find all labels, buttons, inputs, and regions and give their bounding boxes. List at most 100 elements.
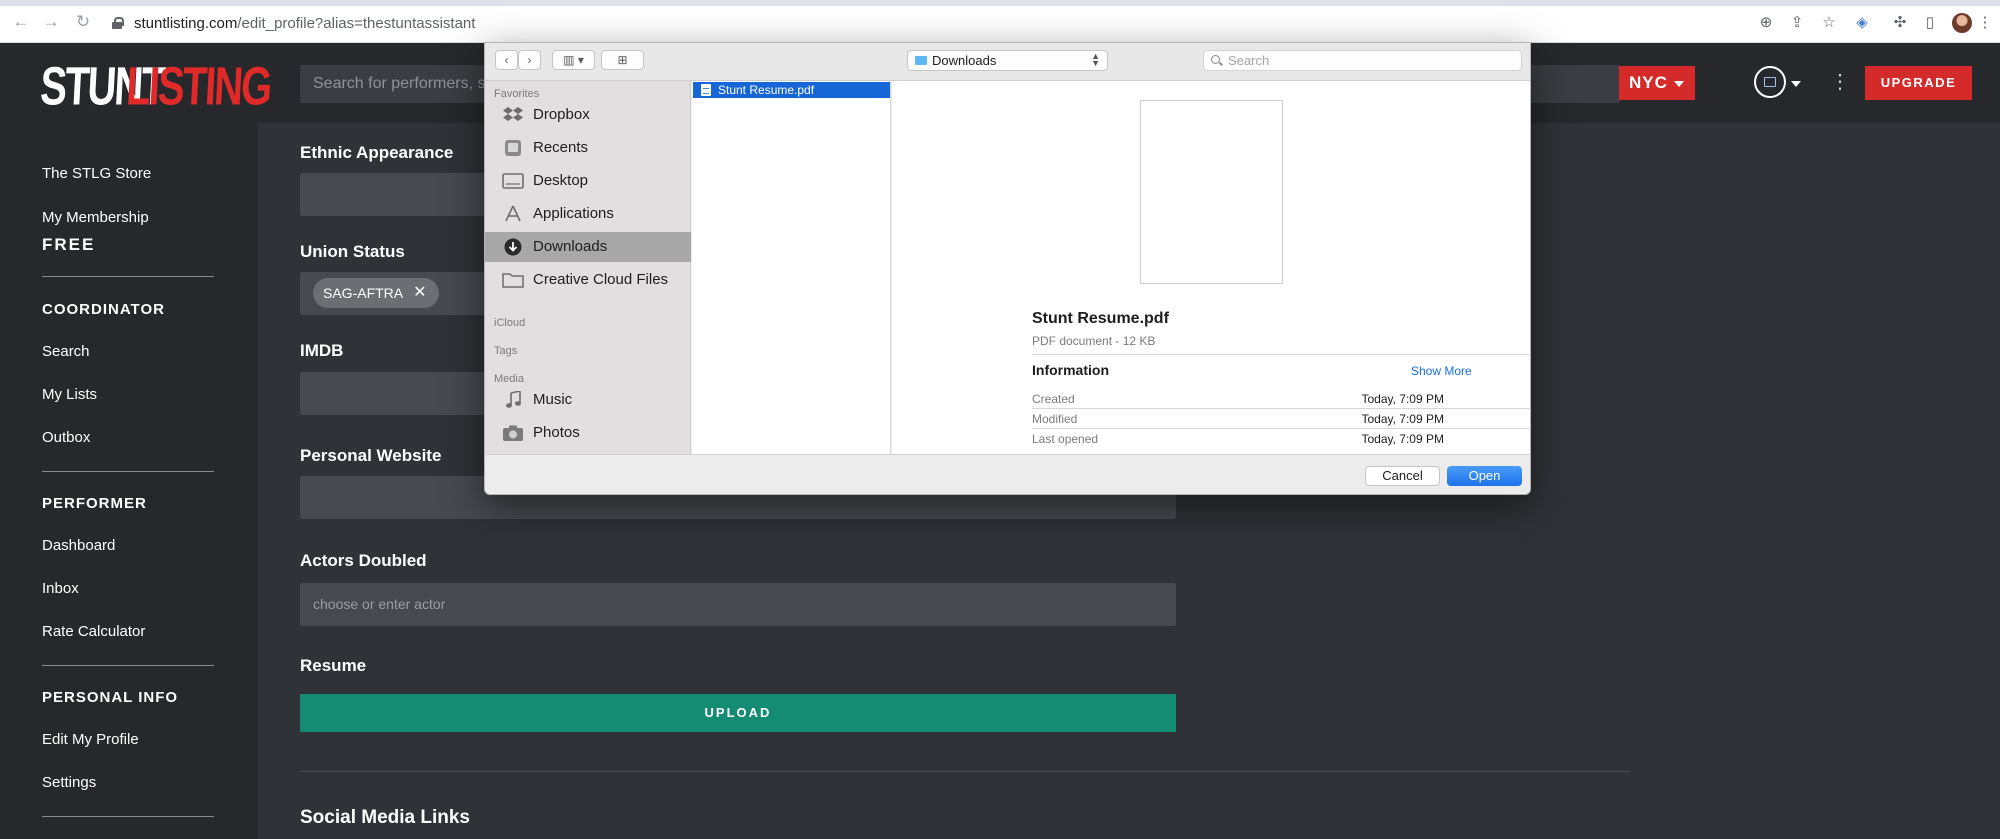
resume-label: Resume — [300, 656, 367, 675]
sidebar-divider — [42, 276, 214, 277]
dialog-search-input[interactable]: Search — [1203, 50, 1522, 71]
sidebar-item-search[interactable]: Search — [42, 343, 90, 360]
personal-website-label: Personal Website — [300, 446, 442, 465]
union-chip-label: SAG-AFTRA — [323, 285, 404, 301]
sidebar-divider — [42, 665, 214, 666]
location-label: Downloads — [932, 53, 997, 68]
sidebar-item-store[interactable]: The STLG Store — [42, 165, 151, 182]
bookmark-star-icon[interactable]: ☆ — [1820, 14, 1838, 32]
browser-profile-avatar[interactable] — [1952, 13, 1972, 33]
sidebar-item-label: Photos — [533, 424, 580, 441]
lock-icon — [112, 17, 124, 29]
sidebar-item-membership[interactable]: My Membership — [42, 209, 149, 226]
dialog-forward-icon[interactable]: › — [518, 50, 541, 70]
dropbox-icon — [503, 107, 523, 121]
forward-icon[interactable]: → — [42, 13, 60, 31]
dialog-back-icon[interactable]: ‹ — [495, 50, 518, 70]
stuntlisting-logo[interactable]: STUNT LISTING — [39, 55, 272, 116]
created-label: Created — [1032, 392, 1075, 406]
user-avatar-button[interactable] — [1754, 66, 1786, 98]
sidebar-divider — [42, 471, 214, 472]
icloud-section-label: iCloud — [494, 317, 526, 329]
address-bar[interactable]: stuntlisting.com/edit_profile?alias=thes… — [112, 12, 475, 34]
sidebar-item-label: Recents — [533, 139, 589, 156]
cancel-button[interactable]: Cancel — [1365, 466, 1440, 486]
updown-chevron-icon: ▲ ▼ — [1091, 51, 1100, 68]
membership-tier: FREE — [42, 235, 96, 254]
section-divider — [300, 771, 1630, 772]
sidebar-item-outbox[interactable]: Outbox — [42, 429, 90, 446]
sidebar-item-inbox[interactable]: Inbox — [42, 580, 79, 597]
city-label: NYC — [1629, 73, 1668, 92]
dialog-toolbar: ‹ › ▥ ▾ ⊞ Downloads ▲ ▼ Search — [485, 43, 1530, 81]
reload-icon[interactable]: ↻ — [74, 13, 92, 31]
zoom-icon[interactable]: ⊕ — [1757, 14, 1775, 32]
document-thumbnail — [1140, 100, 1283, 284]
media-section-label: Media — [494, 373, 524, 385]
side-panel-icon[interactable]: ▯ — [1921, 14, 1939, 32]
sidebar-item-downloads[interactable]: Downloads — [485, 232, 691, 262]
preview-divider — [1032, 408, 1530, 409]
upgrade-button[interactable]: UPGRADE — [1865, 66, 1972, 100]
city-dropdown[interactable]: NYC — [1619, 66, 1695, 100]
extension-icon[interactable]: ◈ — [1853, 14, 1871, 32]
modified-value: Today, 7:09 PM — [1361, 412, 1445, 426]
sidebar-item-creative-cloud[interactable]: Creative Cloud Files — [485, 265, 691, 295]
sidebar-heading-personal-info: PERSONAL INFO — [42, 689, 179, 706]
sidebar-item-dashboard[interactable]: Dashboard — [42, 537, 115, 554]
show-more-link[interactable]: Show More — [1411, 364, 1472, 378]
actors-doubled-label: Actors Doubled — [300, 551, 427, 570]
actors-doubled-field[interactable]: choose or enter actor — [300, 583, 1176, 626]
sidebar-item-desktop[interactable]: Desktop — [485, 166, 691, 196]
file-preview-pane: Stunt Resume.pdf PDF document - 12 KB In… — [892, 81, 1530, 454]
sidebar-item-edit-profile[interactable]: Edit My Profile — [42, 731, 139, 748]
view-options-icon[interactable]: ▥ ▾ — [552, 50, 595, 70]
created-value: Today, 7:09 PM — [1361, 392, 1445, 406]
file-item-stunt-resume[interactable]: Stunt Resume.pdf — [693, 82, 890, 98]
file-open-dialog: ‹ › ▥ ▾ ⊞ Downloads ▲ ▼ Search Favorites … — [484, 42, 1531, 495]
share-icon[interactable]: ⇪ — [1788, 14, 1806, 32]
upload-resume-button[interactable]: UPLOAD — [300, 694, 1176, 732]
sidebar-divider — [42, 816, 214, 817]
preview-file-name: Stunt Resume.pdf — [1032, 310, 1169, 327]
sidebar-item-applications[interactable]: Applications — [485, 199, 691, 229]
more-menu-icon[interactable]: ⋮ — [1830, 69, 1850, 95]
preview-file-kind: PDF document - 12 KB — [1032, 334, 1156, 348]
sidebar-item-settings[interactable]: Settings — [42, 774, 96, 791]
location-dropdown[interactable]: Downloads ▲ ▼ — [907, 50, 1108, 71]
sidebar-item-dropbox[interactable]: Dropbox — [485, 100, 691, 130]
file-list: Stunt Resume.pdf — [692, 81, 891, 454]
pdf-file-icon — [701, 84, 711, 96]
favorites-section-label: Favorites — [494, 88, 540, 100]
remove-chip-icon[interactable]: ✕ — [413, 278, 426, 308]
sidebar: The STLG Store My Membership FREE COORDI… — [0, 123, 258, 839]
browser-menu-icon[interactable]: ⋮ — [1976, 14, 1994, 32]
sidebar-item-label: Dropbox — [533, 106, 590, 123]
image-icon — [1764, 77, 1776, 87]
avatar-caret-icon[interactable] — [1791, 81, 1801, 87]
dialog-search-placeholder: Search — [1228, 53, 1270, 68]
last-opened-value: Today, 7:09 PM — [1361, 432, 1445, 446]
desktop-icon — [502, 173, 524, 189]
sidebar-item-photos[interactable]: Photos — [485, 418, 691, 448]
sidebar-item-my-lists[interactable]: My Lists — [42, 386, 97, 403]
puzzle-icon[interactable]: ✣ — [1891, 14, 1909, 32]
open-button[interactable]: Open — [1447, 466, 1522, 486]
new-folder-icon[interactable]: ⊞ — [601, 50, 644, 70]
sidebar-item-label: Applications — [533, 205, 614, 222]
caret-down-icon — [1673, 80, 1684, 87]
modified-label: Modified — [1032, 412, 1078, 426]
downloads-icon — [504, 238, 522, 256]
back-icon[interactable]: ← — [12, 13, 30, 31]
sidebar-item-rate-calculator[interactable]: Rate Calculator — [42, 623, 145, 640]
sidebar-item-label: Creative Cloud Files — [533, 271, 669, 288]
union-chip: SAG-AFTRA ✕ — [313, 278, 439, 308]
sidebar-item-recents[interactable]: Recents — [485, 133, 691, 163]
search-icon — [1211, 55, 1220, 64]
folder-icon — [502, 273, 524, 288]
imdb-label: IMDB — [300, 341, 344, 360]
sidebar-item-music[interactable]: Music — [485, 385, 691, 415]
tags-section-label: Tags — [494, 345, 518, 357]
sidebar-item-label: Downloads — [533, 238, 608, 255]
last-opened-label: Last opened — [1032, 432, 1099, 446]
